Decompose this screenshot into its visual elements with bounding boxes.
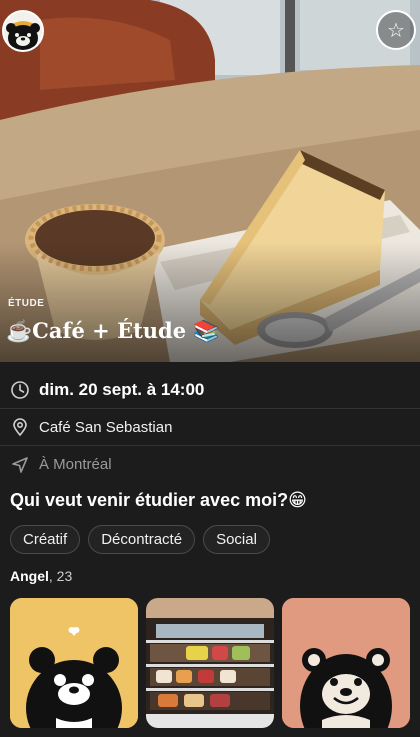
host-name: Angel [10, 568, 49, 584]
event-category: ÉTUDE [8, 298, 45, 309]
host-avatar[interactable] [2, 10, 44, 52]
event-date: dim. 20 sept. à 14:00 [39, 380, 205, 399]
tag-chip[interactable]: Décontracté [88, 525, 196, 554]
profile-photo[interactable] [10, 598, 138, 728]
map-pin-icon [10, 417, 30, 437]
event-location-row[interactable]: Café San Sebastian [0, 409, 420, 446]
host-age: , 23 [48, 568, 73, 584]
tag-chip[interactable]: Social [203, 525, 270, 554]
hero-gradient [0, 242, 420, 362]
event-city-row: À Montréal [0, 446, 420, 483]
pastry-display-photo [146, 598, 274, 728]
star-outline-icon: ☆ [387, 19, 405, 42]
tag-list: Créatif Décontracté Social [10, 525, 270, 554]
bear-illustration-icon [282, 598, 410, 728]
bear-illustration-icon [10, 598, 138, 728]
tag-chip[interactable]: Créatif [10, 525, 81, 554]
event-title: ☕Café + Étude 📚 [6, 318, 220, 343]
navigation-arrow-icon [10, 455, 30, 475]
bear-icon [4, 12, 42, 50]
event-place: Café San Sebastian [39, 418, 173, 436]
event-date-row: dim. 20 sept. à 14:00 [0, 372, 420, 409]
profile-photo[interactable] [146, 598, 274, 728]
profile-photo[interactable] [282, 598, 410, 728]
event-cover-image: ☆ ÉTUDE ☕Café + Étude 📚 [0, 0, 420, 362]
event-description: Qui veut venir étudier avec moi?😁 [10, 490, 307, 510]
clock-icon [10, 380, 30, 400]
host-name-age[interactable]: Angel, 23 [10, 568, 72, 584]
event-city: À Montréal [39, 456, 112, 473]
favorite-button[interactable]: ☆ [376, 10, 416, 50]
